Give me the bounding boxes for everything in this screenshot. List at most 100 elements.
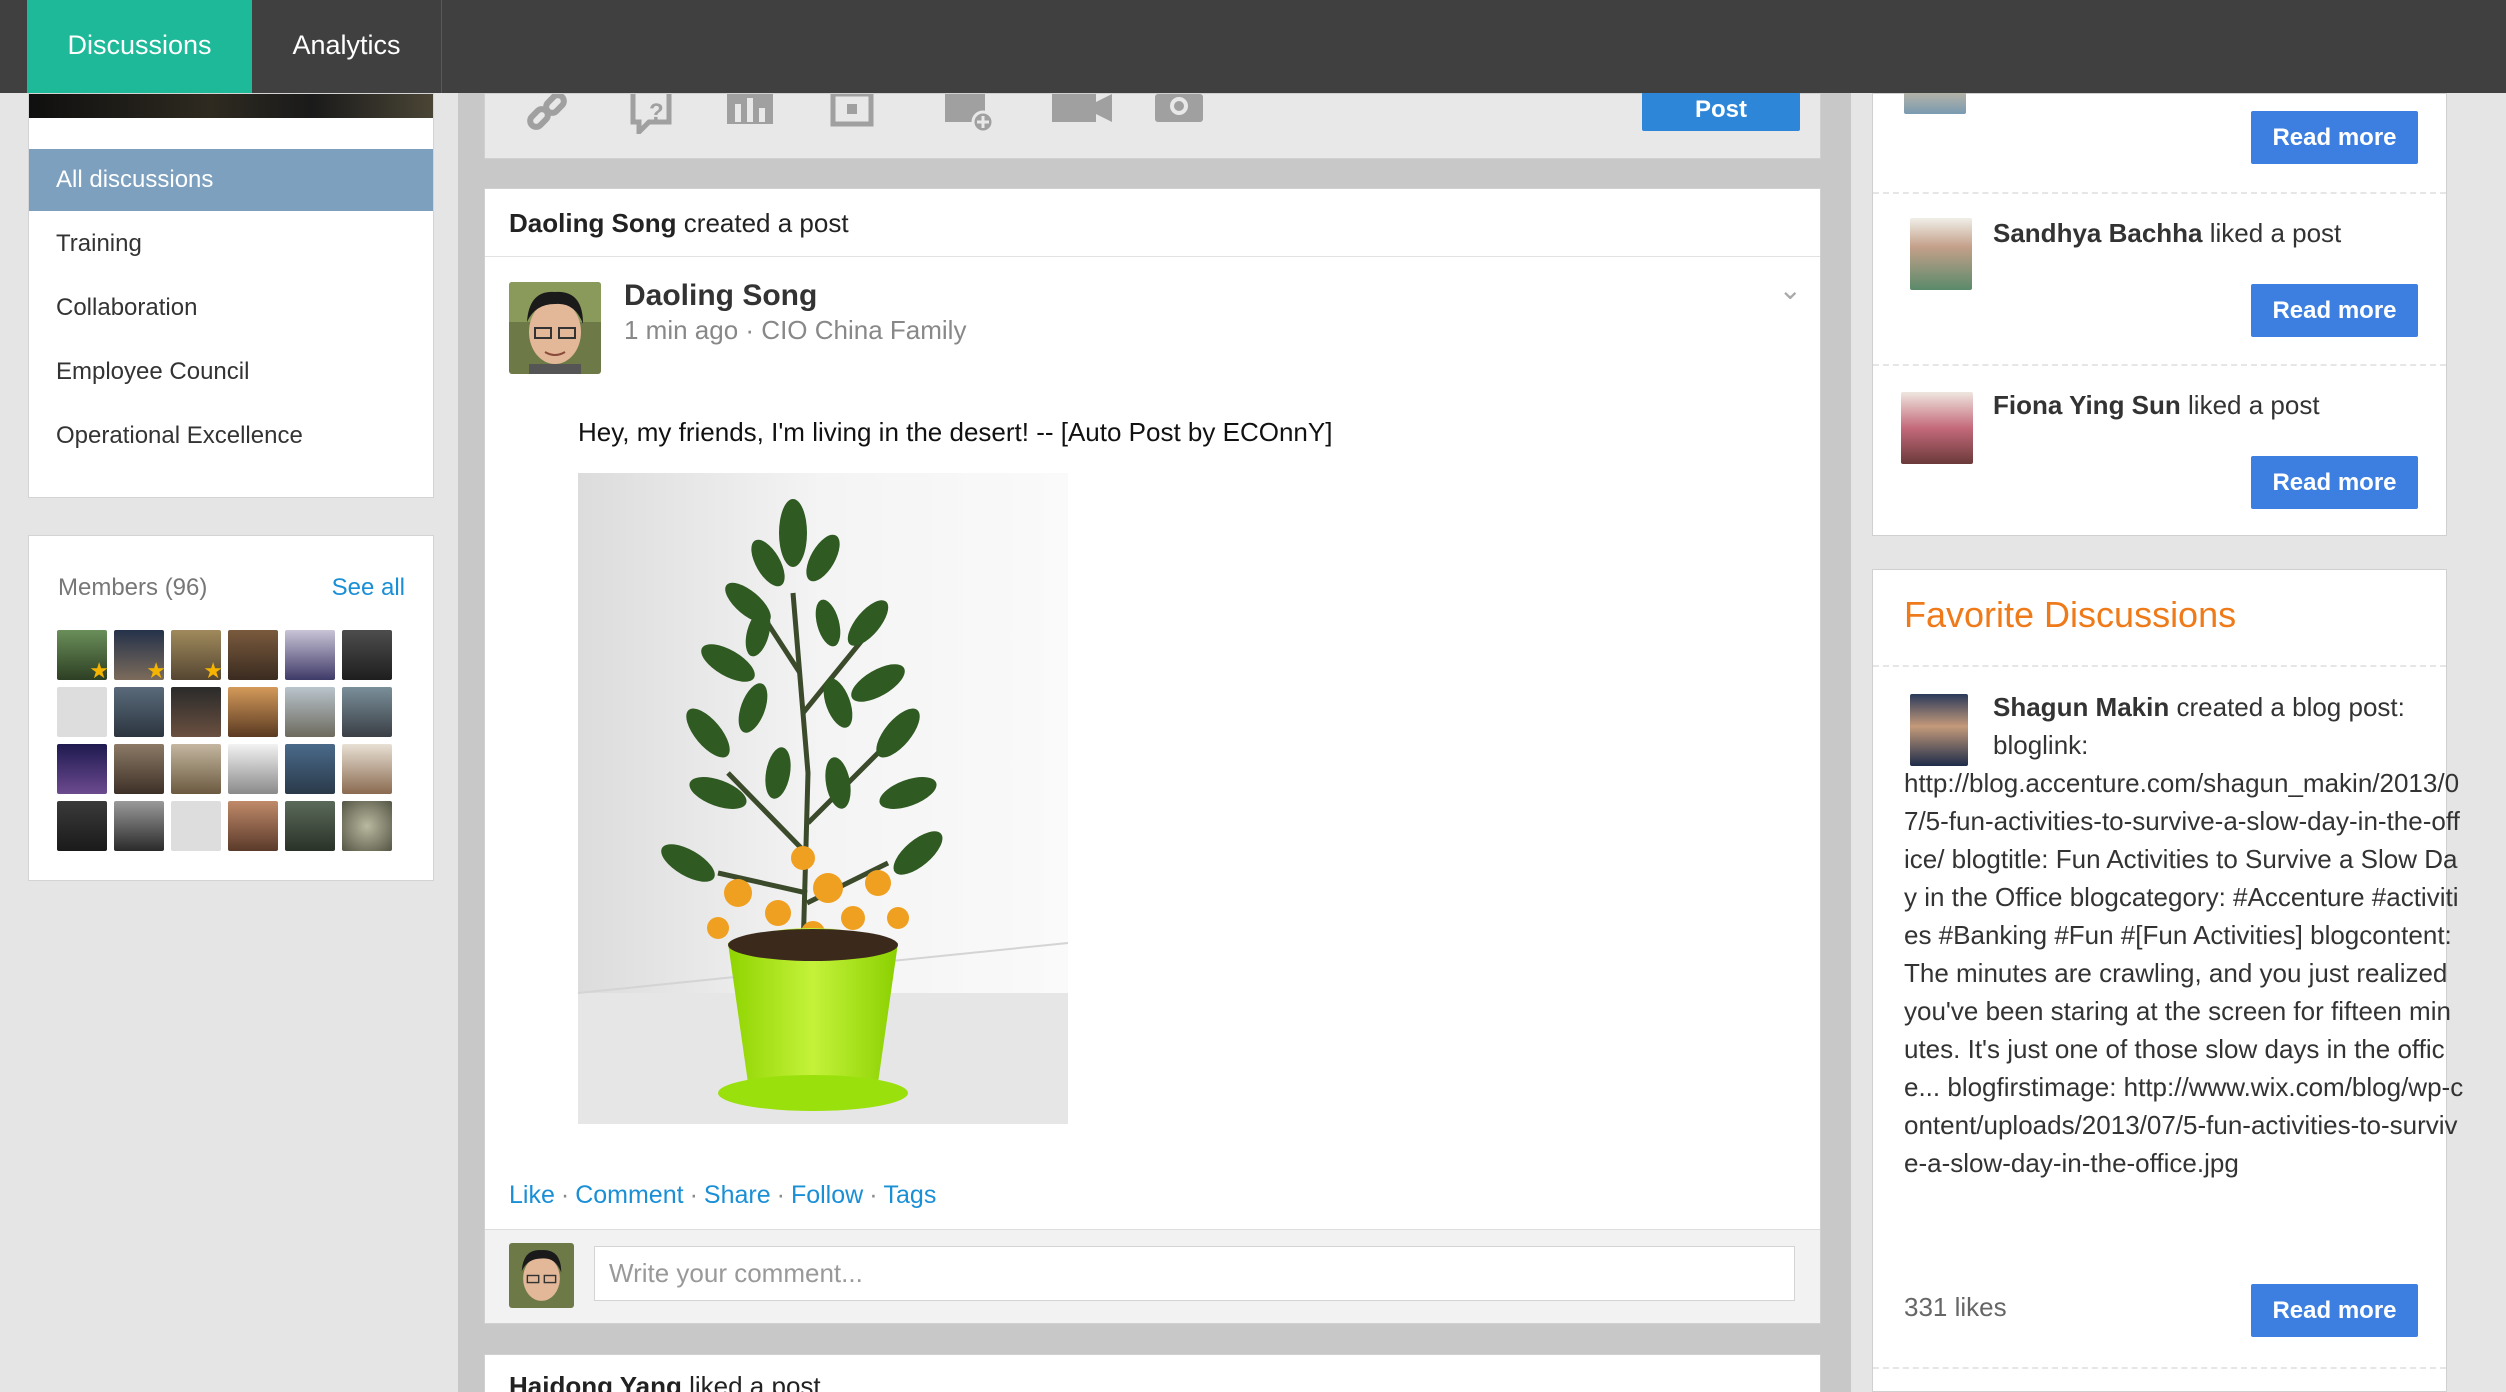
divider	[1873, 665, 2446, 667]
activity-user-name[interactable]: Sandhya Bachha	[1993, 218, 2203, 248]
star-icon: ★	[89, 658, 107, 681]
sidebar-item-all-discussions[interactable]: All discussions	[29, 149, 433, 211]
member-avatar[interactable]: ★	[57, 630, 107, 680]
member-avatar[interactable]	[285, 687, 335, 737]
sidebar-item-training[interactable]: Training	[29, 213, 433, 275]
tab-discussions[interactable]: Discussions	[27, 0, 252, 93]
post-author-name[interactable]: Daoling Song	[624, 279, 817, 313]
member-avatar[interactable]	[285, 630, 335, 680]
member-avatar[interactable]	[57, 744, 107, 794]
tags-link[interactable]: Tags	[884, 1181, 937, 1209]
feed-post-next: Haidong Yang liked a post	[484, 1354, 1821, 1392]
member-avatar[interactable]	[57, 801, 107, 851]
sidebar-item-collaboration[interactable]: Collaboration	[29, 277, 433, 339]
post-header: Haidong Yang liked a post	[485, 1355, 1820, 1392]
member-avatar[interactable]	[285, 744, 335, 794]
member-avatar[interactable]	[228, 801, 278, 851]
embed-icon[interactable]	[830, 91, 876, 127]
poll-icon[interactable]	[725, 94, 773, 126]
user-avatar[interactable]	[1901, 392, 1973, 464]
member-avatar[interactable]	[114, 687, 164, 737]
activity-text: Fiona Ying Sun liked a post	[1993, 390, 2320, 421]
post-header-action: liked a post	[689, 1371, 821, 1392]
question-icon[interactable]: ?	[629, 94, 675, 139]
activity-panel: Read more Sandhya Bachha liked a post Re…	[1872, 74, 2447, 536]
activity-item: Read more	[1873, 74, 2446, 194]
follow-link[interactable]: Follow	[791, 1181, 863, 1209]
post-image[interactable]	[578, 473, 1068, 1124]
comment-input[interactable]	[594, 1246, 1795, 1301]
post-button[interactable]: Post	[1642, 92, 1800, 131]
star-icon: ★	[146, 658, 164, 681]
chevron-down-icon[interactable]: ⌄	[1779, 273, 1802, 306]
members-panel: Members (96) See all ★ ★ ★	[28, 535, 434, 881]
member-avatar[interactable]	[114, 744, 164, 794]
likes-count: 331 likes	[1904, 1292, 2007, 1322]
post-composer-toolbar: ? Post	[484, 91, 1821, 159]
favorite-item-body: http://blog.accenture.com/shagun_makin/2…	[1904, 768, 2464, 1178]
share-link[interactable]: Share	[704, 1181, 771, 1209]
sidebar-item-operational-excellence[interactable]: Operational Excellence	[29, 405, 433, 467]
separator-dot: ·	[776, 1181, 785, 1209]
see-all-members-link[interactable]: See all	[332, 574, 405, 602]
read-more-button[interactable]: Read more	[2251, 284, 2418, 337]
separator-dot: ·	[689, 1181, 698, 1209]
event-icon[interactable]	[945, 94, 995, 134]
member-avatar[interactable]	[228, 744, 278, 794]
member-avatar[interactable]	[228, 630, 278, 680]
activity-item: Sandhya Bachha liked a post Read more	[1873, 194, 2446, 366]
post-header-action: created a post	[683, 208, 849, 238]
camera-icon[interactable]	[1153, 94, 1205, 126]
favorite-discussions-panel: Favorite Discussions Shagun Makin create…	[1872, 569, 2463, 1392]
read-more-button[interactable]: Read more	[2251, 111, 2418, 164]
favorite-discussions-title: Favorite Discussions	[1904, 594, 2237, 635]
comment-link[interactable]: Comment	[575, 1181, 683, 1209]
sidebar-item-employee-council[interactable]: Employee Council	[29, 341, 433, 403]
read-more-button[interactable]: Read more	[2251, 456, 2418, 509]
member-avatar[interactable]: ★	[171, 630, 221, 680]
member-avatar[interactable]: ★	[114, 630, 164, 680]
member-avatar[interactable]	[342, 801, 392, 851]
activity-action: liked a post	[2209, 218, 2342, 248]
post-header-actor[interactable]: Haidong Yang	[509, 1371, 682, 1392]
svg-text:?: ?	[649, 99, 664, 126]
top-nav-bar: Discussions Analytics	[0, 0, 2506, 93]
tab-analytics[interactable]: Analytics	[252, 0, 442, 93]
favorite-user-name[interactable]: Shagun Makin	[1993, 692, 2169, 722]
activity-action: liked a post	[2188, 390, 2320, 420]
member-avatar[interactable]	[171, 744, 221, 794]
activity-item: Fiona Ying Sun liked a post Read more	[1873, 366, 2446, 536]
post-header-actor[interactable]: Daoling Song	[509, 208, 677, 238]
feed-post: Daoling Song created a post Daoling Song…	[484, 188, 1821, 1324]
activity-text: Sandhya Bachha liked a post	[1993, 218, 2341, 249]
discussion-nav-panel: All discussions Training Collaboration E…	[28, 93, 434, 498]
like-link[interactable]: Like	[509, 1181, 555, 1209]
activity-user-name[interactable]: Fiona Ying Sun	[1993, 390, 2181, 420]
user-avatar[interactable]	[1910, 218, 1972, 290]
member-avatar[interactable]	[342, 687, 392, 737]
post-text: Hey, my friends, I'm living in the deser…	[578, 417, 1333, 447]
member-avatar[interactable]	[285, 801, 335, 851]
member-avatar[interactable]	[342, 630, 392, 680]
star-icon: ★	[203, 658, 221, 681]
user-avatar[interactable]	[1910, 694, 1968, 766]
author-avatar[interactable]	[509, 282, 601, 374]
post-header: Daoling Song created a post	[485, 189, 1820, 257]
banner-image-strip	[29, 94, 433, 118]
separator-dot: ·	[869, 1181, 878, 1209]
member-avatar[interactable]	[171, 687, 221, 737]
member-avatar[interactable]	[114, 801, 164, 851]
member-avatar[interactable]	[342, 744, 392, 794]
divider	[1873, 1367, 2446, 1369]
members-title: Members (96)	[58, 574, 208, 601]
link-icon[interactable]	[525, 92, 571, 130]
member-avatar[interactable]	[171, 801, 221, 851]
video-icon[interactable]	[1050, 94, 1116, 126]
current-user-avatar	[509, 1243, 574, 1308]
member-avatar[interactable]	[228, 687, 278, 737]
read-more-button[interactable]: Read more	[2251, 1284, 2418, 1337]
member-avatar[interactable]	[57, 687, 107, 737]
post-meta: 1 min ago · CIO China Family	[624, 315, 967, 345]
separator-dot: ·	[560, 1181, 570, 1209]
favorite-item-heading: Shagun Makin created a blog post: blogli…	[1993, 688, 2413, 764]
